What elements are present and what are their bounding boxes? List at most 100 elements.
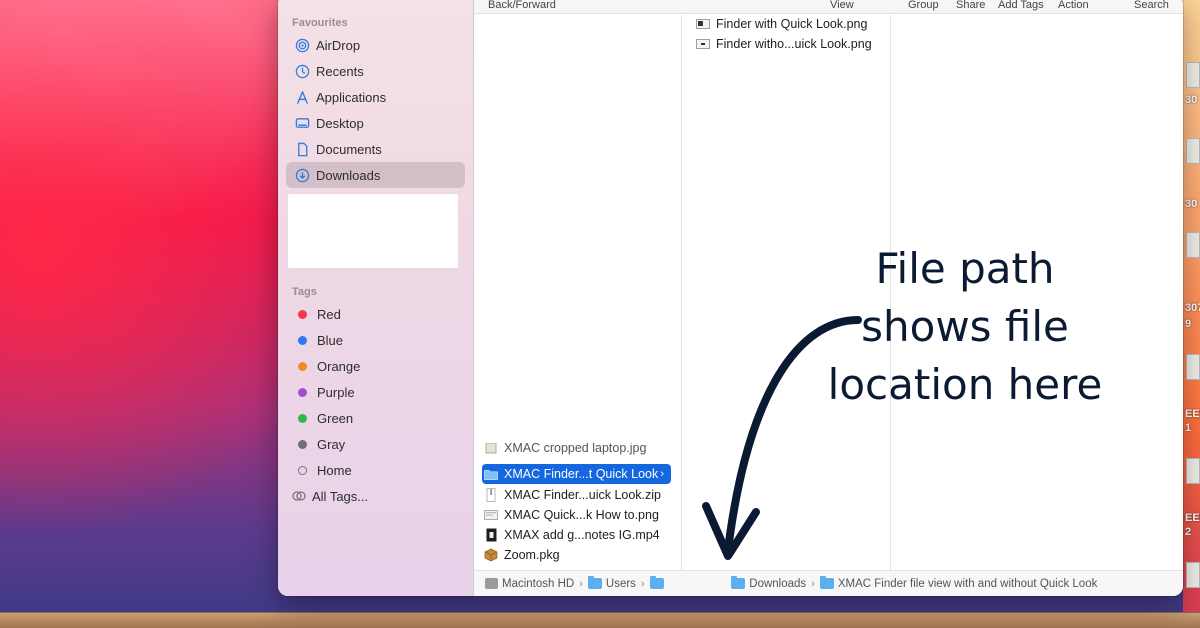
- path-segment-label: Macintosh HD: [502, 577, 575, 590]
- file-name: XMAC Quick...k How to.png: [504, 508, 659, 522]
- sidebar-item-downloads[interactable]: Downloads: [286, 162, 465, 188]
- desktop-thumbnail[interactable]: [1186, 232, 1200, 258]
- orange-tag-dot-icon: [298, 361, 307, 371]
- folder-icon: [731, 576, 746, 589]
- document-icon: [294, 141, 310, 157]
- list-item[interactable]: XMAC cropped laptop.jpg: [484, 443, 646, 455]
- sidebar-tag-green[interactable]: Green: [286, 405, 465, 431]
- sidebar-item-documents[interactable]: Documents: [286, 136, 465, 162]
- desktop-fragment: 2: [1185, 526, 1192, 538]
- path-segment-label: Users: [605, 577, 636, 590]
- sidebar-item-recents[interactable]: Recents: [286, 58, 465, 84]
- sidebar-tag-blue[interactable]: Blue: [286, 327, 465, 353]
- desktop-fragment: EEN: [1185, 512, 1200, 524]
- sidebar-item-label: Downloads: [316, 167, 381, 183]
- sidebar-item-label: Home: [317, 462, 352, 478]
- desktop-icon: [294, 115, 310, 131]
- sidebar-tag-purple[interactable]: Purple: [286, 379, 465, 405]
- list-item[interactable]: Finder witho...uick Look.png: [696, 34, 872, 54]
- gray-tag-dot-icon: [298, 439, 307, 449]
- folder-icon: [819, 576, 834, 589]
- file-name: XMAC Finder...t Quick Look: [504, 467, 659, 481]
- folder-icon: [484, 467, 498, 481]
- sidebar-item-label: Orange: [317, 358, 361, 374]
- sidebar-item-label: Red: [317, 306, 341, 322]
- airdrop-icon: [294, 37, 310, 53]
- green-tag-dot-icon: [298, 413, 307, 423]
- add-tags-button[interactable]: Add Tags: [998, 0, 1044, 11]
- image-file-icon: [696, 17, 710, 31]
- sidebar-item-applications[interactable]: Applications: [286, 84, 465, 110]
- desktop-thumbnail[interactable]: [1186, 62, 1200, 88]
- red-tag-dot-icon: [298, 309, 307, 319]
- path-segment[interactable]: Users: [587, 576, 636, 590]
- desktop-thumbnail[interactable]: [1186, 354, 1200, 380]
- sidebar-tag-red[interactable]: Red: [286, 301, 465, 327]
- path-segment-current[interactable]: XMAC Finder file view with and without Q…: [819, 576, 1097, 590]
- zip-file-icon: [484, 488, 498, 502]
- video-file-icon: [484, 528, 498, 542]
- list-item[interactable]: Zoom.pkg: [484, 545, 560, 565]
- list-item[interactable]: XMAX add g...notes IG.mp4: [484, 525, 660, 545]
- blue-tag-dot-icon: [298, 335, 307, 345]
- file-name: Zoom.pkg: [504, 548, 560, 562]
- sidebar-item-label: Gray: [317, 436, 346, 452]
- clock-icon: [294, 63, 310, 79]
- file-name: XMAC cropped laptop.jpg: [504, 443, 647, 455]
- sidebar-tag-all-tags[interactable]: All Tags...: [286, 483, 465, 509]
- path-segment[interactable]: Downloads: [731, 576, 807, 590]
- desktop-thumbnail[interactable]: [1186, 138, 1200, 164]
- path-segment-label: [668, 579, 718, 589]
- sidebar-item-label: Blue: [317, 332, 344, 348]
- sidebar-tag-home[interactable]: Home: [286, 457, 465, 483]
- desktop-fragment: 1: [1185, 422, 1192, 434]
- sidebar: Favourites AirDrop Recents Applications …: [278, 0, 474, 596]
- chevron-right-icon: ›: [579, 577, 583, 590]
- path-segment-redacted[interactable]: [649, 576, 718, 589]
- sidebar-item-label: AirDrop: [316, 37, 361, 53]
- all-tags-icon: [292, 488, 308, 504]
- home-tag-ring-icon: [298, 465, 307, 475]
- hard-drive-icon: [485, 578, 498, 589]
- search-button[interactable]: Search: [1134, 0, 1169, 11]
- list-item[interactable]: XMAC Finder...uick Look.zip: [484, 485, 661, 505]
- chevron-right-icon: ›: [640, 577, 645, 590]
- list-item[interactable]: Finder with Quick Look.png: [696, 14, 867, 34]
- package-icon: [484, 548, 498, 562]
- path-segment-label: Downloads: [749, 577, 807, 590]
- view-button[interactable]: View: [830, 0, 854, 11]
- sidebar-tag-gray[interactable]: Gray: [286, 431, 465, 457]
- sidebar-item-airdrop[interactable]: AirDrop: [286, 32, 465, 58]
- column-downloads: XMAC cropped laptop.jpg XMAC Finder...t …: [474, 15, 682, 570]
- tags-heading: Tags: [292, 286, 317, 298]
- back-forward-button[interactable]: Back/Forward: [488, 0, 556, 11]
- sidebar-item-label: Green: [317, 410, 354, 426]
- chevron-right-icon: ›: [811, 577, 815, 590]
- file-name: XMAC Finder...uick Look.zip: [504, 488, 662, 502]
- path-segment[interactable]: Macintosh HD: [485, 578, 574, 590]
- sidebar-item-label: Recents: [316, 63, 364, 79]
- folder-icon: [649, 576, 664, 589]
- sidebar-item-label: All Tags...: [312, 488, 369, 504]
- toolbar: Back/Forward View Group Share Add Tags A…: [474, 0, 1183, 14]
- sidebar-item-desktop[interactable]: Desktop: [286, 110, 465, 136]
- desktop-fragment: 30: [1185, 198, 1198, 210]
- file-name: XMAX add g...notes IG.mp4: [504, 528, 660, 542]
- action-button[interactable]: Action: [1058, 0, 1089, 11]
- applications-icon: [294, 89, 310, 105]
- purple-tag-dot-icon: [298, 387, 307, 397]
- download-icon: [294, 167, 310, 183]
- path-bar: Macintosh HD › Users › › Downloads › XMA…: [474, 570, 1183, 596]
- sidebar-tag-orange[interactable]: Orange: [286, 353, 465, 379]
- list-item[interactable]: XMAC Quick...k How to.png: [484, 505, 659, 525]
- desktop-thumbnail[interactable]: [1186, 458, 1200, 484]
- sidebar-item-label: Documents: [316, 141, 382, 157]
- file-name: Finder with Quick Look.png: [716, 17, 868, 31]
- image-file-icon: [696, 37, 710, 51]
- group-button[interactable]: Group: [908, 0, 939, 11]
- desktop-fragment: EEN: [1185, 408, 1200, 420]
- share-button[interactable]: Share: [956, 0, 985, 11]
- desktop-thumbnail[interactable]: [1186, 562, 1200, 588]
- list-item-selected-folder[interactable]: XMAC Finder...t Quick Look ›: [482, 464, 671, 484]
- folder-icon: [587, 576, 602, 589]
